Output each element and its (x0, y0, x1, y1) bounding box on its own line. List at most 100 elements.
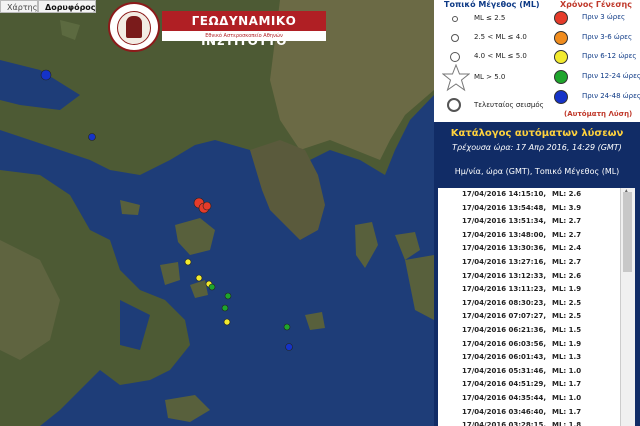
size-medium-icon (451, 34, 459, 42)
logo-title: ΓΕΩΔΥΝΑΜΙΚΟ ΙΝΣΤΙΤΟΥΤΟ (162, 11, 326, 48)
legend-time-label: Πριν 3-6 ώρες (582, 33, 633, 41)
earthquake-marker[interactable] (184, 258, 192, 266)
event-magnitude: ML: 1.8 (552, 421, 582, 426)
event-datetime: 17/04/2016 06:21:36, (462, 325, 546, 334)
legend-size-label: ML > 5.0 (474, 73, 506, 81)
event-magnitude: ML: 2.4 (552, 244, 582, 253)
event-magnitude: ML: 2.7 (552, 230, 582, 239)
event-datetime: 17/04/2016 07:07:27, (462, 312, 546, 321)
event-datetime: 17/04/2016 13:51:34, (462, 217, 546, 226)
event-magnitude: ML: 2.5 (552, 312, 582, 321)
scrollbar-thumb[interactable] (623, 192, 632, 272)
catalog-row[interactable]: 17/04/2016 13:48:00, ML: 2.7 (438, 229, 620, 243)
event-magnitude: ML: 1.0 (552, 393, 582, 402)
legend-time-label: Πριν 3 ώρες (582, 13, 626, 21)
event-magnitude: ML: 2.7 (552, 217, 582, 226)
event-datetime: 17/04/2016 13:30:36, (462, 244, 546, 253)
institute-seal-icon (108, 2, 160, 52)
catalog-row[interactable]: 17/04/2016 13:11:23, ML: 1.9 (438, 283, 620, 297)
event-datetime: 17/04/2016 13:48:00, (462, 230, 546, 239)
event-datetime: 17/04/2016 13:27:16, (462, 257, 546, 266)
catalog-row[interactable]: 17/04/2016 06:03:56, ML: 1.9 (438, 338, 620, 352)
map-legend: Τοπικό Μέγεθος (ML) Χρόνος Γένεσης ML ≤ … (434, 0, 640, 122)
catalog-row[interactable]: 17/04/2016 05:31:46, ML: 1.0 (438, 365, 620, 379)
time-green-icon (554, 70, 568, 84)
catalog-row[interactable]: 17/04/2016 04:35:44, ML: 1.0 (438, 392, 620, 406)
event-datetime: 17/04/2016 06:01:43, (462, 353, 546, 362)
earthquake-marker[interactable] (40, 69, 52, 81)
event-magnitude: ML: 1.7 (552, 407, 582, 416)
time-red-icon (554, 11, 568, 25)
map-imagery (0, 0, 434, 426)
event-datetime: 17/04/2016 03:46:40, (462, 407, 546, 416)
catalog-row[interactable]: 17/04/2016 08:30:23, ML: 2.5 (438, 297, 620, 311)
catalog-row[interactable]: 17/04/2016 06:01:43, ML: 1.3 (438, 351, 620, 365)
time-blue-icon (554, 90, 568, 104)
event-magnitude: ML: 2.7 (552, 257, 582, 266)
legend-size-label: Τελευταίος σεισμός (474, 101, 544, 109)
catalog-row[interactable]: 17/04/2016 03:46:40, ML: 1.7 (438, 406, 620, 420)
legend-size-header: Τοπικό Μέγεθος (ML) (444, 0, 540, 9)
size-small-icon (452, 16, 458, 22)
catalog-title: Κατάλογος αυτόματων λύσεων (450, 128, 624, 139)
legend-size-label: 2.5 < ML ≤ 4.0 (474, 33, 527, 41)
satellite-map[interactable]: Χάρτης Δορυφόρος ΓΕΩΔΥΝΑΜΙΚΟ ΙΝΣΤΙΤΟΥΤΟ … (0, 0, 434, 426)
catalog-scrollbar[interactable]: ▲ (620, 188, 635, 426)
event-magnitude: ML: 1.9 (552, 285, 582, 294)
earthquake-marker[interactable] (285, 343, 293, 351)
automatic-solutions-catalog: Κατάλογος αυτόματων λύσεων Τρέχουσα ώρα:… (434, 122, 640, 426)
auto-solution-note: (Αυτόματη Λύση) (564, 110, 633, 118)
latest-quake-icon (447, 98, 461, 112)
size-large-icon (450, 52, 460, 62)
event-datetime: 17/04/2016 06:03:56, (462, 339, 546, 348)
event-datetime: 17/04/2016 13:54:48, (462, 203, 546, 212)
event-datetime: 17/04/2016 03:28:15, (462, 421, 546, 426)
star-icon (442, 64, 470, 92)
event-magnitude: ML: 1.0 (552, 366, 582, 375)
event-magnitude: ML: 3.9 (552, 203, 582, 212)
legend-time-label: Πριν 6-12 ώρες (582, 52, 637, 60)
time-yellow-icon (554, 50, 568, 64)
catalog-row[interactable]: 17/04/2016 06:21:36, ML: 1.5 (438, 324, 620, 338)
event-magnitude: ML: 2.6 (552, 271, 582, 280)
earthquake-marker[interactable] (195, 274, 203, 282)
catalog-row[interactable]: 17/04/2016 07:07:27, ML: 2.5 (438, 310, 620, 324)
catalog-row[interactable]: 17/04/2016 13:51:34, ML: 2.7 (438, 215, 620, 229)
earthquake-marker[interactable] (223, 318, 231, 326)
satellite-view-button[interactable]: Δορυφόρος (38, 0, 96, 13)
earthquake-marker[interactable] (202, 201, 212, 211)
event-datetime: 17/04/2016 04:35:44, (462, 393, 546, 402)
event-magnitude: ML: 2.6 (552, 190, 582, 198)
catalog-list[interactable]: 17/04/2016 14:15:10, ML: 2.6 17/04/2016 13… (438, 188, 620, 426)
legend-time-label: Πριν 24-48 ώρες (582, 92, 640, 100)
event-magnitude: ML: 1.5 (552, 325, 582, 334)
logo-subtitle: Εθνικό Αστεροσκοπείο Αθηνών (162, 31, 326, 41)
catalog-row[interactable]: 17/04/2016 13:27:16, ML: 2.7 (438, 256, 620, 270)
event-datetime: 17/04/2016 13:11:23, (462, 285, 546, 294)
institute-logo: ΓΕΩΔΥΝΑΜΙΚΟ ΙΝΣΤΙΤΟΥΤΟ Εθνικό Αστεροσκοπ… (108, 2, 326, 52)
earthquake-marker[interactable] (283, 323, 291, 331)
event-datetime: 17/04/2016 08:30:23, (462, 298, 546, 307)
event-datetime: 17/04/2016 14:15:10, (462, 190, 546, 198)
event-datetime: 17/04/2016 13:12:33, (462, 271, 546, 280)
event-datetime: 17/04/2016 04:51:29, (462, 380, 546, 389)
earthquake-marker[interactable] (88, 133, 96, 141)
earthquake-marker[interactable] (224, 292, 232, 300)
catalog-column-header: Ημ/νία, ώρα (GMT), Τοπικό Μέγεθος (ML) (454, 167, 620, 176)
catalog-row[interactable]: 17/04/2016 03:28:15, ML: 1.8 (438, 419, 620, 426)
event-magnitude: ML: 1.9 (552, 339, 582, 348)
catalog-row[interactable]: 17/04/2016 13:12:33, ML: 2.6 (438, 270, 620, 284)
earthquake-marker[interactable] (208, 283, 216, 291)
event-magnitude: ML: 2.5 (552, 298, 582, 307)
earthquake-marker[interactable] (221, 304, 229, 312)
legend-size-label: ML ≤ 2.5 (474, 14, 506, 22)
legend-size-label: 4.0 < ML ≤ 5.0 (474, 52, 527, 60)
legend-time-label: Πριν 12-24 ώρες (582, 72, 640, 80)
catalog-row[interactable]: 17/04/2016 13:30:36, ML: 2.4 (438, 242, 620, 256)
catalog-row[interactable]: 17/04/2016 04:51:29, ML: 1.7 (438, 378, 620, 392)
event-magnitude: ML: 1.3 (552, 353, 582, 362)
map-view-button[interactable]: Χάρτης (0, 0, 38, 13)
catalog-row[interactable]: 17/04/2016 13:54:48, ML: 3.9 (438, 202, 620, 216)
catalog-row[interactable]: 17/04/2016 14:15:10, ML: 2.6 (438, 188, 620, 202)
event-magnitude: ML: 1.7 (552, 380, 582, 389)
